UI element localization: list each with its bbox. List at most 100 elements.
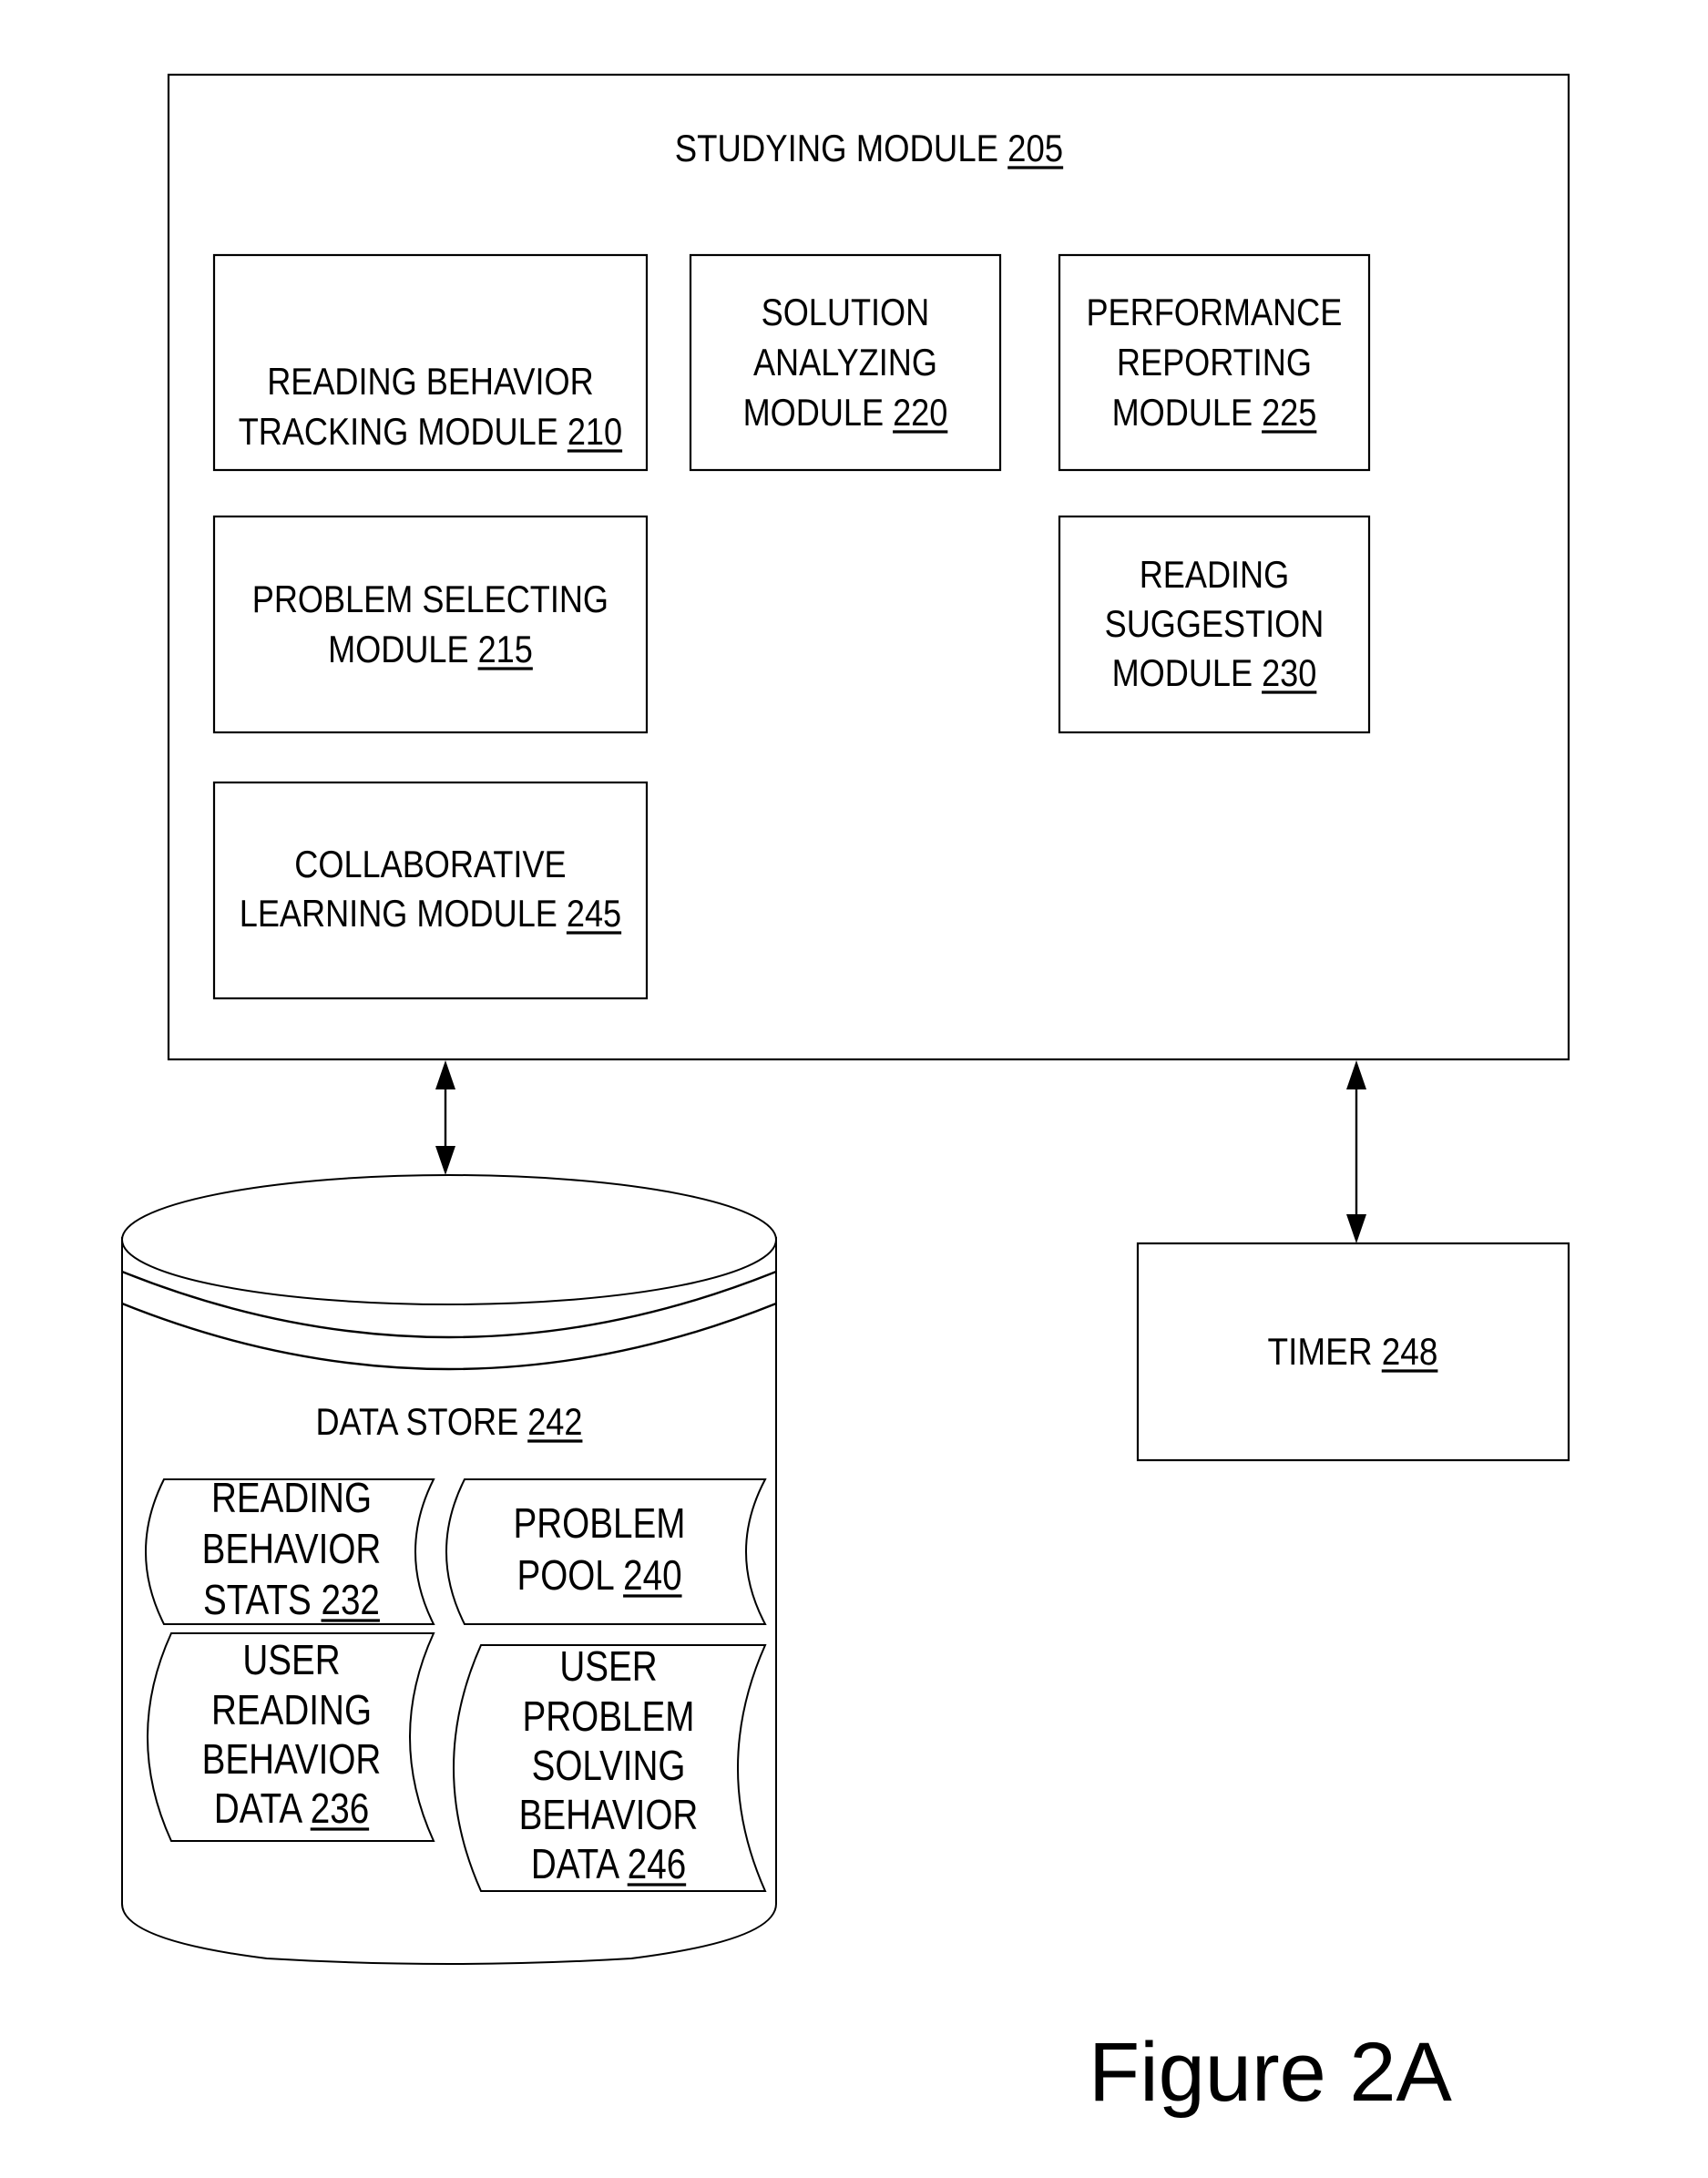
problem-selecting-module-label-line-2-words: MODULE [328,629,478,671]
user-reading-behavior-data-label-line-3-text: BEHAVIOR [202,1736,382,1783]
user-problem-solving-behavior-data-label-line-2-text: PROBLEM [523,1693,695,1740]
user-problem-solving-behavior-data-label-line-3-text: SOLVING [532,1743,686,1789]
user-reading-behavior-data-label-line-3: BEHAVIOR [202,1736,382,1783]
problem-selecting-module-label-line-2: MODULE 215 [328,629,533,671]
user-reading-behavior-data-label-line-2: READING [211,1687,372,1733]
problem-pool-label-line-2-text: POOL 240 [516,1552,681,1599]
reading-behavior-tracking-module-label-line-2-words: TRACKING MODULE [239,412,568,454]
solution-analyzing-module-label-line-2: ANALYZING [753,343,937,384]
problem-pool-label-line-1: PROBLEM [514,1500,686,1547]
solution-analyzing-module-label-line-3-words: MODULE [743,393,894,435]
user-reading-behavior-data-label-line-2-text: READING [211,1687,372,1733]
arrow-studying-module-to-timer-arrowhead-up [1346,1060,1366,1089]
data-store-title: DATA STORE 242 [315,1402,582,1444]
user-problem-solving-behavior-data-label-line-4: BEHAVIOR [519,1792,699,1838]
reading-suggestion-module-label-line-3-text: MODULE 230 [1112,653,1317,695]
collaborative-learning-module-label-line-2: LEARNING MODULE 245 [240,894,621,936]
performance-reporting-module-label-line-2-text: REPORTING [1117,343,1312,384]
reading-suggestion-module-label-line-1: READING [1140,555,1290,597]
timer-label-ref-number: 248 [1382,1331,1438,1374]
problem-pool-label-line-1-text: PROBLEM [514,1500,686,1547]
data-store-title-text: DATA STORE 242 [315,1402,582,1444]
user-reading-behavior-data-label-line-1-text: USER [242,1637,340,1683]
collaborative-learning-module-box [212,781,649,1000]
collaborative-learning-module-label-line-2-text: LEARNING MODULE 245 [240,894,621,936]
problem-pool-label-line-2: POOL 240 [516,1552,681,1599]
performance-reporting-module-label-line-3-ref-number: 225 [1262,393,1316,435]
performance-reporting-module-label-line-1-text: PERFORMANCE [1086,292,1342,334]
reading-behavior-stats-label-line-1-text: READING [211,1475,372,1521]
timer-label: TIMER 248 [1268,1331,1438,1374]
reading-behavior-tracking-module-label-line-1-text: READING BEHAVIOR [267,362,593,404]
performance-reporting-module-label-line-1: PERFORMANCE [1086,292,1342,334]
reading-behavior-stats-label-line-3-ref-number: 232 [321,1577,379,1623]
solution-analyzing-module-label-line-2-text: ANALYZING [753,343,937,384]
user-reading-behavior-data-label-line-4-words: DATA [214,1785,311,1832]
user-reading-behavior-data-label-line-1-words: USER [242,1637,340,1683]
user-problem-solving-behavior-data-label-line-5-words: DATA [531,1841,628,1887]
solution-analyzing-module-label-line-2-words: ANALYZING [753,343,937,384]
arrow-studying-module-to-data-store-arrowhead-down [435,1146,455,1175]
performance-reporting-module-label-line-3-text: MODULE 225 [1112,393,1317,435]
reading-suggestion-module-label-line-3: MODULE 230 [1112,653,1317,695]
studying-module-title: STUDYING MODULE 205 [675,128,1064,170]
problem-pool-label-line-2-words: POOL [516,1552,623,1599]
collaborative-learning-module-label-line-2-ref-number: 245 [567,894,621,936]
reading-behavior-stats-label-line-2-words: BEHAVIOR [202,1526,382,1572]
problem-selecting-module-label-line-1-text: PROBLEM SELECTING [252,579,609,621]
arrow-studying-module-to-data-store-arrowhead-up [435,1060,455,1089]
user-problem-solving-behavior-data-label-line-4-text: BEHAVIOR [519,1792,699,1838]
reading-behavior-tracking-module-label-line-2-ref-number: 210 [568,412,622,454]
performance-reporting-module-label-line-2-words: REPORTING [1117,343,1312,384]
problem-selecting-module-label-line-2-ref-number: 215 [478,629,533,671]
reading-suggestion-module-label-line-1-words: READING [1140,555,1290,597]
solution-analyzing-module-label-line-3-text: MODULE 220 [743,393,948,435]
performance-reporting-module-label-line-3-words: MODULE [1112,393,1263,435]
user-problem-solving-behavior-data-label-line-3: SOLVING [532,1743,686,1789]
user-problem-solving-behavior-data-label-line-2-words: PROBLEM [523,1693,695,1740]
performance-reporting-module-label-line-2: REPORTING [1117,343,1312,384]
reading-behavior-tracking-module-label-line-1-words: READING BEHAVIOR [267,362,593,404]
user-reading-behavior-data-label-line-1: USER [242,1637,340,1683]
user-problem-solving-behavior-data-label-line-5-ref-number: 246 [628,1841,686,1887]
user-problem-solving-behavior-data-label-line-2: PROBLEM [523,1693,695,1740]
studying-module-title-words: STUDYING MODULE [675,128,1007,170]
studying-module-title-text: STUDYING MODULE 205 [675,128,1063,170]
reading-behavior-tracking-module-label-line-2-text: TRACKING MODULE 210 [239,412,622,454]
solution-analyzing-module-label-line-3-ref-number: 220 [893,393,947,435]
studying-module-title-ref-number: 205 [1007,128,1063,170]
timer-label-words: TIMER [1268,1331,1382,1374]
arrow-studying-module-to-timer-arrowhead-down [1346,1214,1366,1243]
problem-selecting-module-label-line-2-text: MODULE 215 [328,629,533,671]
user-reading-behavior-data-label-line-3-words: BEHAVIOR [202,1736,382,1783]
reading-behavior-tracking-module-label-line-1: READING BEHAVIOR [267,362,593,404]
user-reading-behavior-data-label-line-4: DATA 236 [214,1785,369,1832]
reading-behavior-stats-label-line-3-words: STATS [203,1577,321,1623]
problem-pool-label-line-1-words: PROBLEM [514,1500,686,1547]
collaborative-learning-module-label-line-1: COLLABORATIVE [294,844,566,886]
reading-behavior-stats-label-line-1-words: READING [211,1475,372,1521]
reading-behavior-stats-label-line-3: STATS 232 [203,1577,380,1623]
performance-reporting-module-label-line-1-words: PERFORMANCE [1086,292,1342,334]
user-reading-behavior-data-label-line-2-words: READING [211,1687,372,1733]
reading-behavior-tracking-module-label-line-2: TRACKING MODULE 210 [239,412,623,454]
reading-suggestion-module-label-line-2-text: SUGGESTION [1105,604,1324,646]
user-reading-behavior-data-label-line-4-text: DATA 236 [214,1785,369,1832]
data-store-title-ref-number: 242 [527,1402,582,1444]
problem-selecting-module-label-line-1-words: PROBLEM SELECTING [252,579,609,621]
user-problem-solving-behavior-data-label-line-4-words: BEHAVIOR [519,1792,699,1838]
data-store-title-words: DATA STORE [315,1402,527,1444]
user-problem-solving-behavior-data-label-line-1-text: USER [559,1643,657,1690]
problem-pool-label-line-2-ref-number: 240 [623,1552,681,1599]
user-problem-solving-behavior-data-label-line-5-text: DATA 246 [531,1841,686,1887]
reading-behavior-stats-label-line-3-text: STATS 232 [203,1577,380,1623]
reading-suggestion-module-label-line-2: SUGGESTION [1105,604,1324,646]
user-problem-solving-behavior-data-label-line-1-words: USER [559,1643,657,1690]
reading-suggestion-module-label-line-2-words: SUGGESTION [1105,604,1324,646]
reading-behavior-stats-label-line-1: READING [211,1475,372,1521]
problem-selecting-module-box [212,515,649,734]
user-problem-solving-behavior-data-label-line-3-words: SOLVING [532,1743,686,1789]
collaborative-learning-module-label-line-2-words: LEARNING MODULE [240,894,567,936]
user-problem-solving-behavior-data-label-line-5: DATA 246 [531,1841,686,1887]
collaborative-learning-module-label-line-1-text: COLLABORATIVE [294,844,566,886]
